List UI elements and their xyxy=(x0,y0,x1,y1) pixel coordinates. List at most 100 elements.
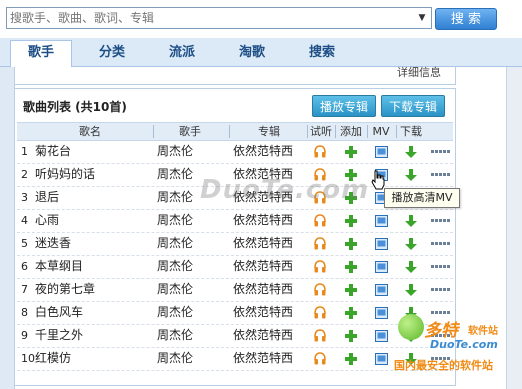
tab-singer[interactable]: 歌手 xyxy=(10,40,72,67)
song-singer[interactable]: 周杰伦 xyxy=(157,301,193,324)
table-row[interactable]: 5 迷迭香 周杰伦 依然范特西 xyxy=(17,232,453,256)
col-album: 专辑 xyxy=(258,125,280,138)
song-album[interactable]: 依然范特西 xyxy=(233,278,293,301)
song-number: 9 xyxy=(21,329,28,342)
song-name[interactable]: 菊花台 xyxy=(35,140,71,163)
download-icon[interactable] xyxy=(404,145,418,159)
mv-icon[interactable] xyxy=(375,284,388,296)
song-number: 4 xyxy=(21,214,28,227)
mv-icon[interactable] xyxy=(375,307,388,319)
song-singer[interactable]: 周杰伦 xyxy=(157,232,193,255)
song-singer[interactable]: 周杰伦 xyxy=(157,255,193,278)
search-button[interactable]: 搜 索 xyxy=(435,8,497,30)
headphones-icon[interactable] xyxy=(314,306,326,319)
headphones-icon[interactable] xyxy=(314,145,326,158)
song-album[interactable]: 依然范特西 xyxy=(233,140,293,163)
song-album[interactable]: 依然范特西 xyxy=(233,255,293,278)
song-album[interactable]: 依然范特西 xyxy=(233,209,293,232)
add-icon[interactable] xyxy=(344,283,358,297)
more-options-icon[interactable] xyxy=(431,219,451,223)
headphones-icon[interactable] xyxy=(314,214,326,227)
song-singer[interactable]: 周杰伦 xyxy=(157,209,193,232)
details-link[interactable]: 详细信息 xyxy=(397,64,441,80)
add-icon[interactable] xyxy=(344,352,358,366)
song-list-panel: 歌曲列表 (共10首) 播放专辑 下载专辑 歌名 歌手 专辑 试听 添加 MV … xyxy=(14,88,456,386)
hand-cursor-icon xyxy=(371,170,385,190)
song-name[interactable]: 千里之外 xyxy=(35,324,83,347)
tab-discover[interactable]: 淘歌 xyxy=(224,41,280,65)
table-row[interactable]: 4 心雨 周杰伦 依然范特西 xyxy=(17,209,453,233)
tab-search[interactable]: 搜索 xyxy=(294,41,350,65)
mv-icon[interactable] xyxy=(375,261,388,273)
download-icon[interactable] xyxy=(404,260,418,274)
logo-url: DuoTe.com xyxy=(430,338,498,351)
more-options-icon[interactable] xyxy=(431,288,451,292)
song-name[interactable]: 红模仿 xyxy=(35,347,71,370)
add-icon[interactable] xyxy=(344,306,358,320)
logo-slogan: 国内最安全的软件站 xyxy=(394,359,493,372)
col-add: 添加 xyxy=(340,125,362,138)
search-input[interactable] xyxy=(10,10,410,26)
col-download: 下载 xyxy=(400,125,422,138)
song-name[interactable]: 迷迭香 xyxy=(35,232,71,255)
song-singer[interactable]: 周杰伦 xyxy=(157,163,193,186)
col-mv: MV xyxy=(372,125,390,138)
headphones-icon[interactable] xyxy=(314,329,326,342)
song-name[interactable]: 听妈妈的话 xyxy=(35,163,95,186)
mv-icon[interactable] xyxy=(375,215,388,227)
song-name[interactable]: 退后 xyxy=(35,186,59,209)
download-icon[interactable] xyxy=(404,283,418,297)
song-name[interactable]: 白色风车 xyxy=(35,301,83,324)
song-album[interactable]: 依然范特西 xyxy=(233,347,293,370)
download-album-button[interactable]: 下载专辑 xyxy=(381,95,445,117)
song-name[interactable]: 本草纲目 xyxy=(35,255,83,278)
panel-title: 歌曲列表 (共10首) xyxy=(23,100,127,114)
mv-icon[interactable] xyxy=(375,330,388,342)
add-icon[interactable] xyxy=(344,214,358,228)
song-singer[interactable]: 周杰伦 xyxy=(157,324,193,347)
add-icon[interactable] xyxy=(344,260,358,274)
song-name[interactable]: 夜的第七章 xyxy=(35,278,95,301)
add-icon[interactable] xyxy=(344,237,358,251)
song-singer[interactable]: 周杰伦 xyxy=(157,278,193,301)
song-album[interactable]: 依然范特西 xyxy=(233,324,293,347)
table-row[interactable]: 6 本草纲目 周杰伦 依然范特西 xyxy=(17,255,453,279)
song-singer[interactable]: 周杰伦 xyxy=(157,140,193,163)
mv-icon[interactable] xyxy=(375,238,388,250)
download-icon[interactable] xyxy=(404,237,418,251)
add-icon[interactable] xyxy=(344,329,358,343)
download-icon[interactable] xyxy=(404,168,418,182)
more-options-icon[interactable] xyxy=(431,150,451,154)
song-singer[interactable]: 周杰伦 xyxy=(157,347,193,370)
col-name: 歌名 xyxy=(79,125,101,138)
search-box[interactable]: ▼ xyxy=(6,7,432,29)
table-row[interactable]: 7 夜的第七章 周杰伦 依然范特西 xyxy=(17,278,453,302)
song-number: 6 xyxy=(21,260,28,273)
headphones-icon[interactable] xyxy=(314,237,326,250)
headphones-icon[interactable] xyxy=(314,283,326,296)
more-options-icon[interactable] xyxy=(431,265,451,269)
chevron-down-icon[interactable]: ▼ xyxy=(415,12,429,24)
search-bar: ▼ 搜 索 xyxy=(0,0,522,38)
tab-category[interactable]: 分类 xyxy=(84,41,140,65)
play-album-button[interactable]: 播放专辑 xyxy=(312,95,376,117)
col-listen: 试听 xyxy=(310,125,332,138)
more-options-icon[interactable] xyxy=(431,173,451,177)
table-row[interactable]: 10 红模仿 周杰伦 依然范特西 xyxy=(17,347,453,371)
headphones-icon[interactable] xyxy=(314,260,326,273)
mv-icon[interactable] xyxy=(375,146,388,158)
song-album[interactable]: 依然范特西 xyxy=(233,301,293,324)
table-row[interactable]: 1 菊花台 周杰伦 依然范特西 xyxy=(17,140,453,164)
song-album[interactable]: 依然范特西 xyxy=(233,232,293,255)
song-singer[interactable]: 周杰伦 xyxy=(157,186,193,209)
headphones-icon[interactable] xyxy=(314,352,326,365)
table-row[interactable]: 8 白色风车 周杰伦 依然范特西 xyxy=(17,301,453,325)
table-row[interactable]: 9 千里之外 周杰伦 依然范特西 xyxy=(17,324,453,348)
song-name[interactable]: 心雨 xyxy=(35,209,59,232)
add-icon[interactable] xyxy=(344,145,358,159)
tab-genre[interactable]: 流派 xyxy=(154,41,210,65)
song-number: 1 xyxy=(21,145,28,158)
download-icon[interactable] xyxy=(404,214,418,228)
more-options-icon[interactable] xyxy=(431,242,451,246)
mv-icon[interactable] xyxy=(375,353,388,365)
